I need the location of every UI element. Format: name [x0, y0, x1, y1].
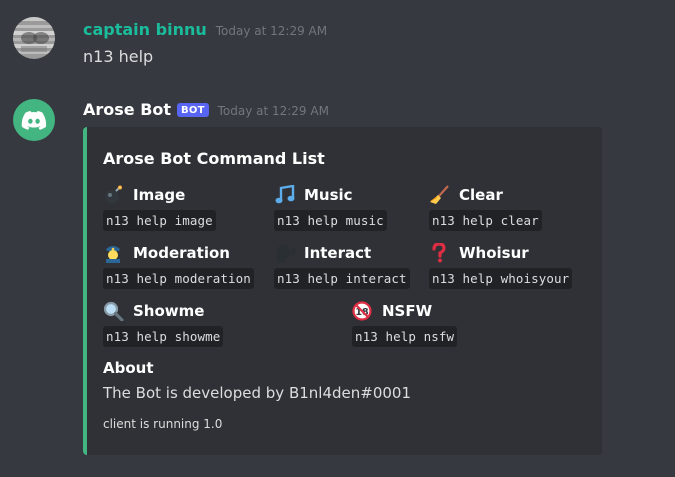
embed-footer: client is running 1.0: [103, 417, 223, 431]
bomb-icon: [103, 185, 125, 205]
field-code: n13 help music: [274, 210, 387, 231]
field-name: NSFW: [382, 302, 433, 320]
embed-field-music: Music n13 help music: [274, 185, 387, 231]
embed: Arose Bot Command List Image n13 help im…: [83, 127, 602, 455]
bot-avatar[interactable]: [13, 99, 55, 141]
field-name: Music: [304, 186, 353, 204]
field-code: n13 help image: [103, 210, 216, 231]
speaking-head-icon: [274, 243, 296, 263]
field-name: Clear: [459, 186, 503, 204]
field-code: n13 help nsfw: [352, 326, 458, 347]
field-code: n13 help whoisyour: [429, 268, 573, 289]
username[interactable]: captain binnu: [83, 20, 207, 39]
embed-field-nsfw: 18 NSFW n13 help nsfw: [352, 301, 458, 347]
question-mark-icon: [429, 243, 451, 263]
music-note-icon: [274, 185, 296, 205]
message-captain-binnu: captain binnu Today at 12:29 AM n13 help: [0, 0, 675, 90]
user-avatar[interactable]: [13, 17, 55, 59]
embed-field-interact: Interact n13 help interact: [274, 243, 410, 289]
embed-field-whoisur: Whoisur n13 help whoisyour: [429, 243, 573, 289]
field-name: Moderation: [133, 244, 230, 262]
timestamp[interactable]: Today at 12:29 AM: [218, 104, 329, 118]
embed-field-image: Image n13 help image: [103, 185, 216, 231]
field-code: n13 help showme: [103, 326, 224, 347]
no-under-18-icon: 18: [352, 301, 374, 321]
broom-icon: [429, 185, 451, 205]
timestamp[interactable]: Today at 12:29 AM: [216, 24, 327, 38]
embed-field-showme: Showme n13 help showme: [103, 301, 224, 347]
field-code: n13 help interact: [274, 268, 410, 289]
field-name: Image: [133, 186, 186, 204]
field-name: Whoisur: [459, 244, 529, 262]
field-name: Interact: [304, 244, 372, 262]
embed-field-clear: Clear n13 help clear: [429, 185, 542, 231]
message-content: n13 help: [83, 47, 154, 66]
field-code: n13 help moderation: [103, 268, 254, 289]
embed-title: Arose Bot Command List: [103, 149, 325, 168]
embed-field-moderation: Moderation n13 help moderation: [103, 243, 254, 289]
about-field-value: The Bot is developed by B1nl4den#0001: [103, 384, 411, 402]
field-code: n13 help clear: [429, 210, 542, 231]
magnifier-icon: [103, 301, 125, 321]
police-officer-icon: [103, 243, 125, 263]
discord-logo-icon: [21, 111, 47, 130]
field-name: Showme: [133, 302, 205, 320]
user-avatar-image: [13, 17, 55, 59]
about-field-name: About: [103, 359, 154, 377]
bot-badge: BOT: [177, 103, 209, 117]
bot-username[interactable]: Arose Bot: [83, 100, 171, 119]
